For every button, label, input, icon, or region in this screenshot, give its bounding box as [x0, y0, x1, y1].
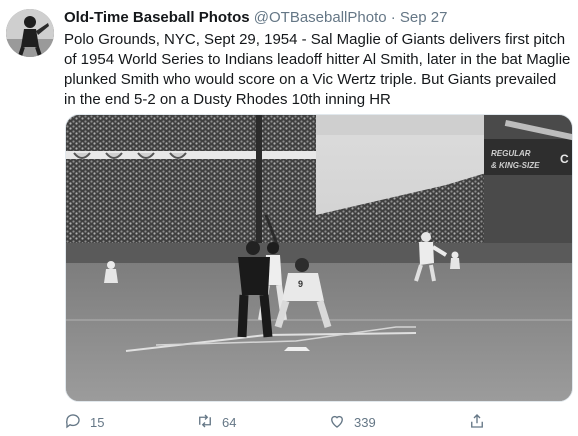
sign-letter: C — [560, 152, 569, 166]
retweet-icon — [196, 412, 214, 433]
tweet[interactable]: Old-Time Baseball Photos @OTBaseballPhot… — [0, 0, 578, 436]
author-handle[interactable]: @OTBaseballPhoto — [254, 9, 387, 26]
retweet-count: 64 — [222, 414, 237, 430]
reply-button[interactable]: 15 — [64, 410, 104, 434]
sign-text-king-size: & KING-SIZE — [491, 161, 540, 170]
tweet-photo[interactable]: REGULAR & KING-SIZE C 9 — [65, 114, 573, 402]
share-icon — [468, 412, 486, 433]
retweet-button[interactable]: 64 — [196, 410, 236, 434]
like-count: 339 — [354, 414, 376, 430]
sign-text-regular: REGULAR — [491, 149, 531, 158]
tweet-content: Old-Time Baseball Photos @OTBaseballPhot… — [64, 8, 572, 110]
tweet-header: Old-Time Baseball Photos @OTBaseballPhot… — [64, 8, 572, 28]
author-name[interactable]: Old-Time Baseball Photos — [64, 9, 250, 26]
avatar[interactable] — [6, 9, 54, 57]
tweet-timestamp[interactable]: Sep 27 — [400, 9, 448, 26]
like-button[interactable]: 339 — [328, 410, 376, 434]
tweet-text: Polo Grounds, NYC, Sept 29, 1954 - Sal M… — [64, 31, 571, 108]
reply-icon — [64, 412, 82, 433]
share-button[interactable] — [468, 410, 486, 434]
catcher-number: 9 — [298, 279, 303, 289]
separator-dot: · — [390, 9, 396, 26]
like-icon — [328, 412, 346, 433]
tweet-actions: 15 64 339 — [64, 410, 534, 434]
reply-count: 15 — [90, 414, 105, 430]
